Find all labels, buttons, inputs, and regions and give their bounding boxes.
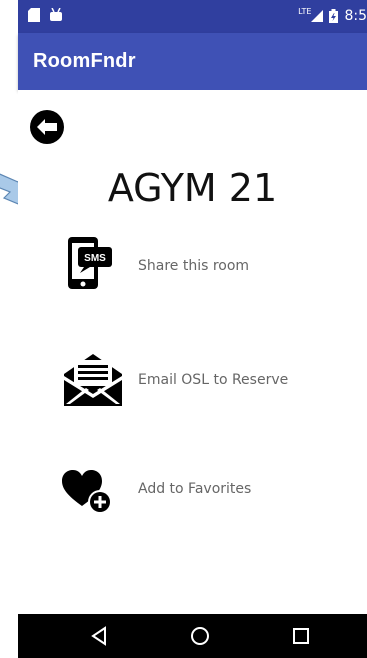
home-circle-icon[interactable] xyxy=(187,623,213,649)
share-room-label: Share this room xyxy=(138,258,250,274)
app-title: RoomFndr xyxy=(33,50,136,72)
battery-icon xyxy=(329,9,339,23)
app-bar: RoomFndr xyxy=(18,33,367,90)
email-reserve-label: Email OSL to Reserve xyxy=(138,372,289,388)
status-bar: LTE 8:5 xyxy=(18,0,367,33)
room-name-heading: AGYM 21 xyxy=(107,166,278,210)
add-favorites-label: Add to Favorites xyxy=(138,481,252,497)
svg-text:SMS: SMS xyxy=(84,253,106,264)
status-time: 8:5 xyxy=(344,8,367,24)
email-reserve-button[interactable]: Email OSL to Reserve xyxy=(62,352,362,412)
recents-square-icon[interactable] xyxy=(288,623,314,649)
heart-plus-icon xyxy=(62,470,112,514)
envelope-icon xyxy=(64,354,122,406)
network-type-label: LTE xyxy=(298,6,312,16)
android-icon xyxy=(50,8,62,21)
back-arrow-icon[interactable] xyxy=(30,110,64,144)
sd-card-icon xyxy=(28,8,40,22)
sms-phone-icon: SMS xyxy=(68,237,112,289)
back-triangle-icon[interactable] xyxy=(86,623,112,649)
signal-icon xyxy=(311,10,324,22)
share-room-button[interactable]: SMS Share this room xyxy=(62,237,362,297)
add-favorites-button[interactable]: Add to Favorites xyxy=(62,468,362,528)
navigation-bar xyxy=(18,614,367,658)
